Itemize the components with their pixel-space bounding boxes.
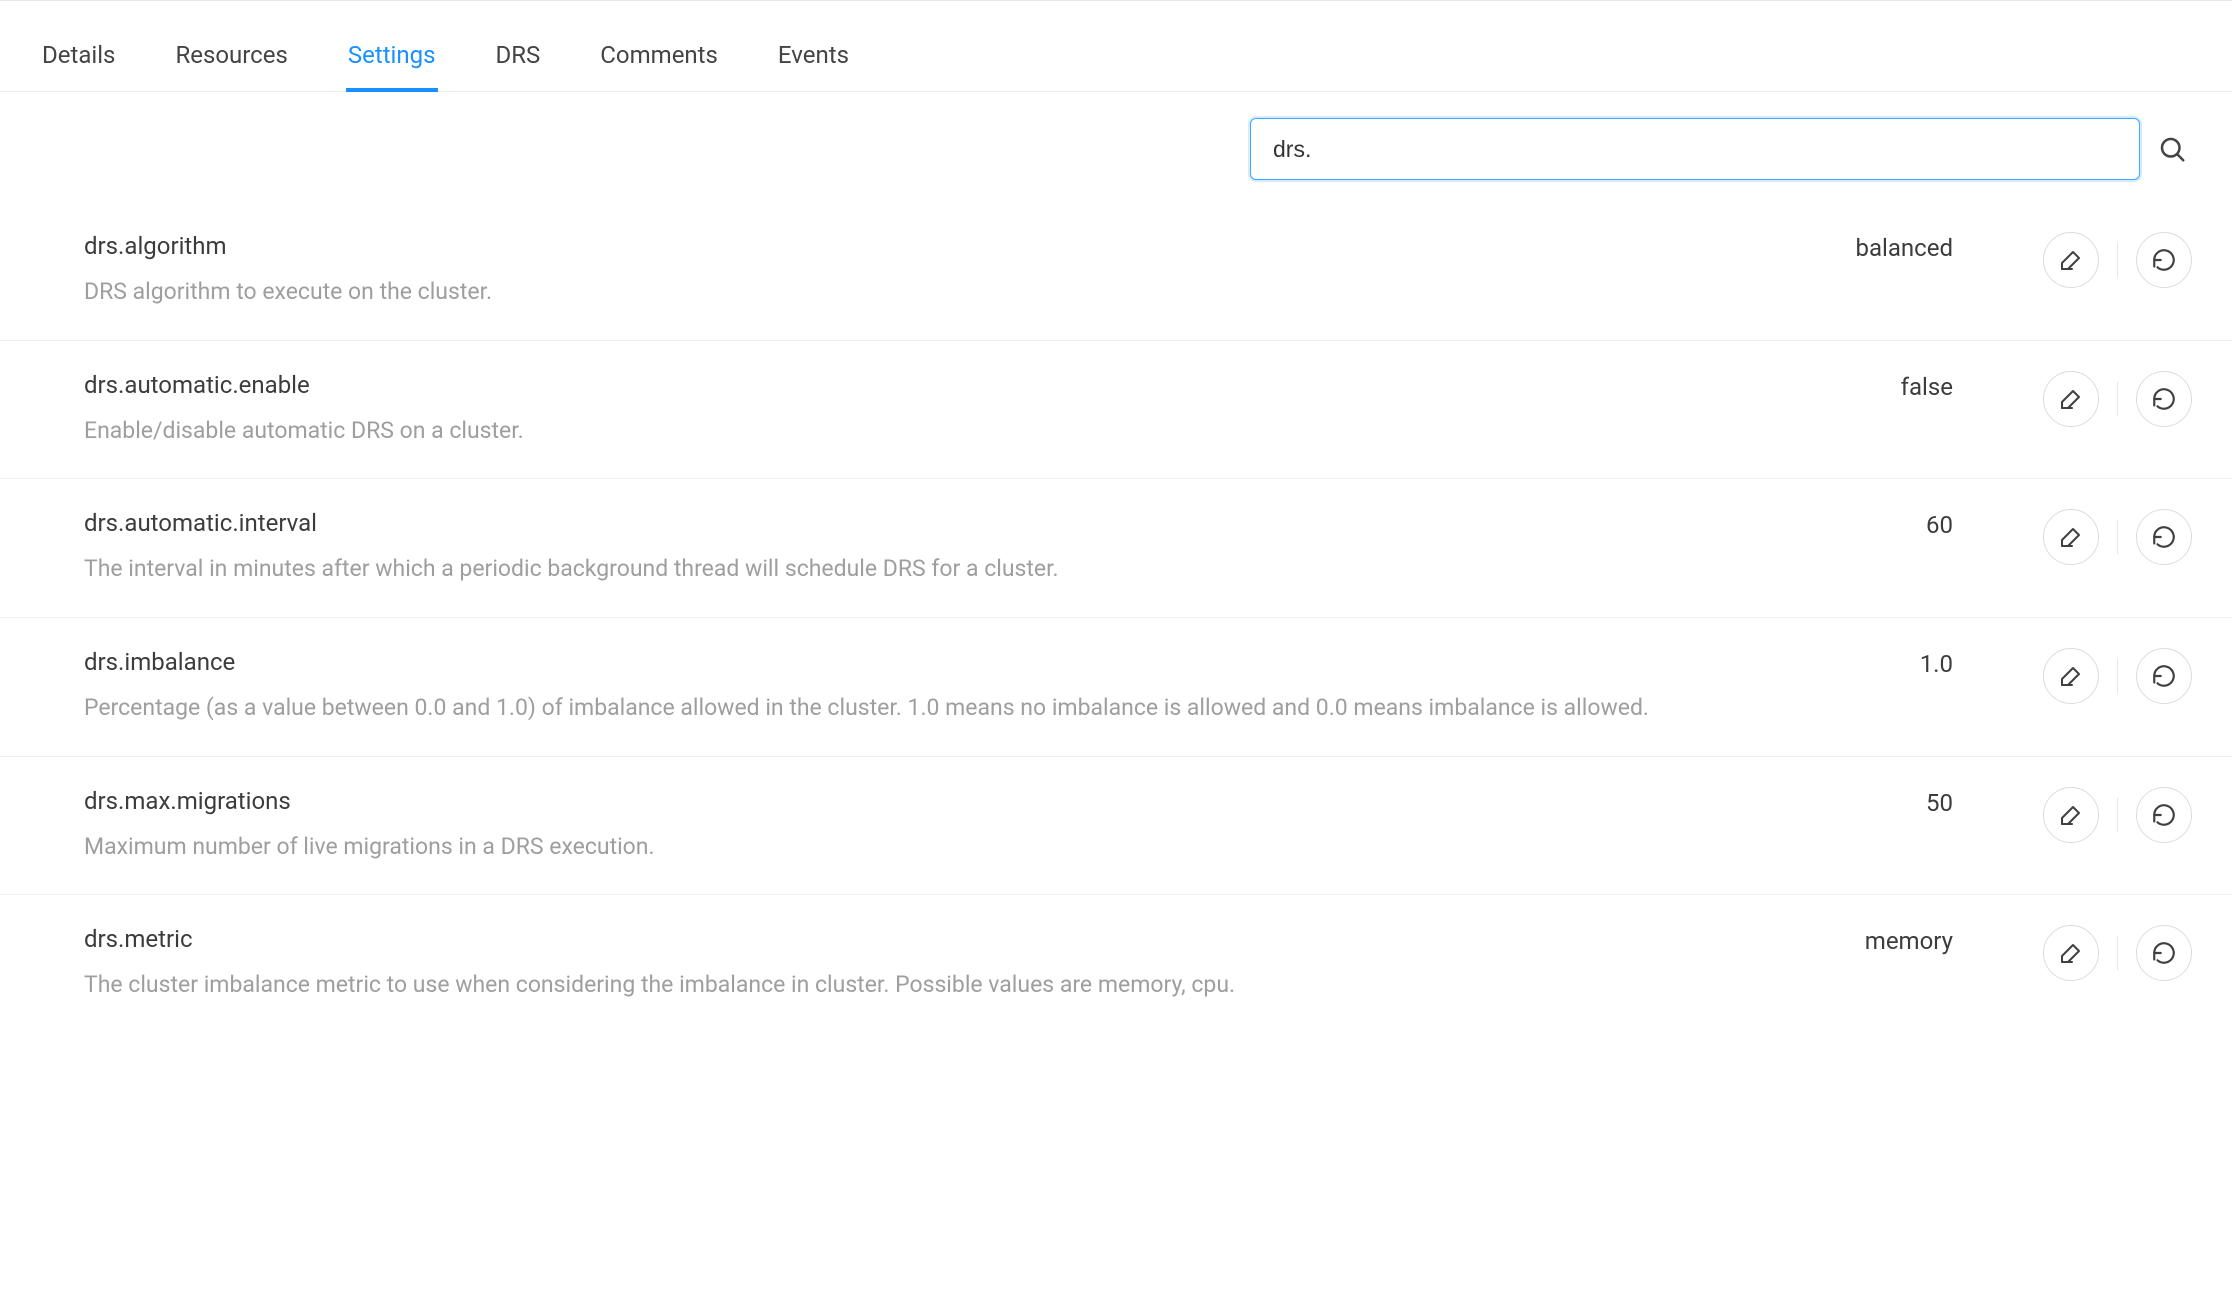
setting-value: 60: [1883, 509, 2043, 539]
edit-icon: [2059, 803, 2083, 827]
tab-comments[interactable]: Comments: [598, 31, 720, 91]
settings-search-input[interactable]: [1250, 118, 2140, 180]
separator: [2117, 798, 2118, 832]
tab-resources[interactable]: Resources: [173, 31, 289, 91]
setting-value: 1.0: [1883, 648, 2043, 678]
reset-button[interactable]: [2136, 648, 2192, 704]
edit-button[interactable]: [2043, 648, 2099, 704]
setting-name: drs.imbalance: [84, 648, 1859, 676]
setting-description: The cluster imbalance metric to use when…: [84, 967, 1841, 1003]
edit-button[interactable]: [2043, 787, 2099, 843]
separator: [2117, 520, 2118, 554]
setting-row: drs.max.migrations Maximum number of liv…: [0, 757, 2232, 896]
setting-row: drs.automatic.interval The interval in m…: [0, 479, 2232, 618]
setting-row: drs.metric The cluster imbalance metric …: [0, 895, 2232, 1033]
tab-bar: Details Resources Settings DRS Comments …: [0, 5, 2232, 92]
search-icon[interactable]: [2152, 129, 2192, 169]
separator: [2117, 243, 2118, 277]
setting-info: drs.automatic.interval The interval in m…: [84, 509, 1883, 587]
setting-value: false: [1883, 371, 2043, 401]
reset-button[interactable]: [2136, 371, 2192, 427]
separator: [2117, 936, 2118, 970]
setting-name: drs.algorithm: [84, 232, 1832, 260]
setting-description: Percentage (as a value between 0.0 and 1…: [84, 690, 1859, 726]
edit-icon: [2059, 941, 2083, 965]
setting-info: drs.metric The cluster imbalance metric …: [84, 925, 1865, 1003]
edit-icon: [2059, 525, 2083, 549]
search-row: [0, 92, 2232, 184]
reset-button[interactable]: [2136, 232, 2192, 288]
setting-actions: [2043, 232, 2192, 288]
setting-value: 50: [1883, 787, 2043, 817]
settings-page: Details Resources Settings DRS Comments …: [0, 0, 2232, 1290]
reset-icon: [2151, 940, 2177, 966]
setting-actions: [2043, 509, 2192, 565]
setting-name: drs.max.migrations: [84, 787, 1859, 815]
tab-settings[interactable]: Settings: [346, 31, 438, 91]
setting-description: Maximum number of live migrations in a D…: [84, 829, 1859, 865]
reset-button[interactable]: [2136, 509, 2192, 565]
setting-actions: [2043, 787, 2192, 843]
separator: [2117, 659, 2118, 693]
setting-actions: [2043, 925, 2192, 981]
setting-info: drs.algorithm DRS algorithm to execute o…: [84, 232, 1856, 310]
reset-button[interactable]: [2136, 925, 2192, 981]
reset-icon: [2151, 386, 2177, 412]
setting-row: drs.imbalance Percentage (as a value bet…: [0, 618, 2232, 757]
setting-description: The interval in minutes after which a pe…: [84, 551, 1859, 587]
edit-icon: [2059, 248, 2083, 272]
separator: [2117, 382, 2118, 416]
setting-row: drs.algorithm DRS algorithm to execute o…: [0, 202, 2232, 341]
tab-drs[interactable]: DRS: [494, 31, 543, 91]
reset-icon: [2151, 802, 2177, 828]
reset-icon: [2151, 247, 2177, 273]
edit-button[interactable]: [2043, 232, 2099, 288]
edit-icon: [2059, 664, 2083, 688]
reset-icon: [2151, 524, 2177, 550]
setting-name: drs.automatic.interval: [84, 509, 1859, 537]
tab-events[interactable]: Events: [776, 31, 851, 91]
tab-details[interactable]: Details: [40, 31, 117, 91]
setting-value: balanced: [1856, 232, 2044, 262]
setting-name: drs.automatic.enable: [84, 371, 1859, 399]
reset-icon: [2151, 663, 2177, 689]
setting-row: drs.automatic.enable Enable/disable auto…: [0, 341, 2232, 480]
setting-actions: [2043, 371, 2192, 427]
reset-button[interactable]: [2136, 787, 2192, 843]
setting-value: memory: [1865, 925, 2043, 955]
setting-info: drs.imbalance Percentage (as a value bet…: [84, 648, 1883, 726]
setting-info: drs.max.migrations Maximum number of liv…: [84, 787, 1883, 865]
edit-icon: [2059, 387, 2083, 411]
settings-list: drs.algorithm DRS algorithm to execute o…: [0, 184, 2232, 1033]
edit-button[interactable]: [2043, 371, 2099, 427]
setting-info: drs.automatic.enable Enable/disable auto…: [84, 371, 1883, 449]
edit-button[interactable]: [2043, 509, 2099, 565]
setting-name: drs.metric: [84, 925, 1841, 953]
setting-description: Enable/disable automatic DRS on a cluste…: [84, 413, 1859, 449]
edit-button[interactable]: [2043, 925, 2099, 981]
setting-description: DRS algorithm to execute on the cluster.: [84, 274, 1832, 310]
setting-actions: [2043, 648, 2192, 704]
